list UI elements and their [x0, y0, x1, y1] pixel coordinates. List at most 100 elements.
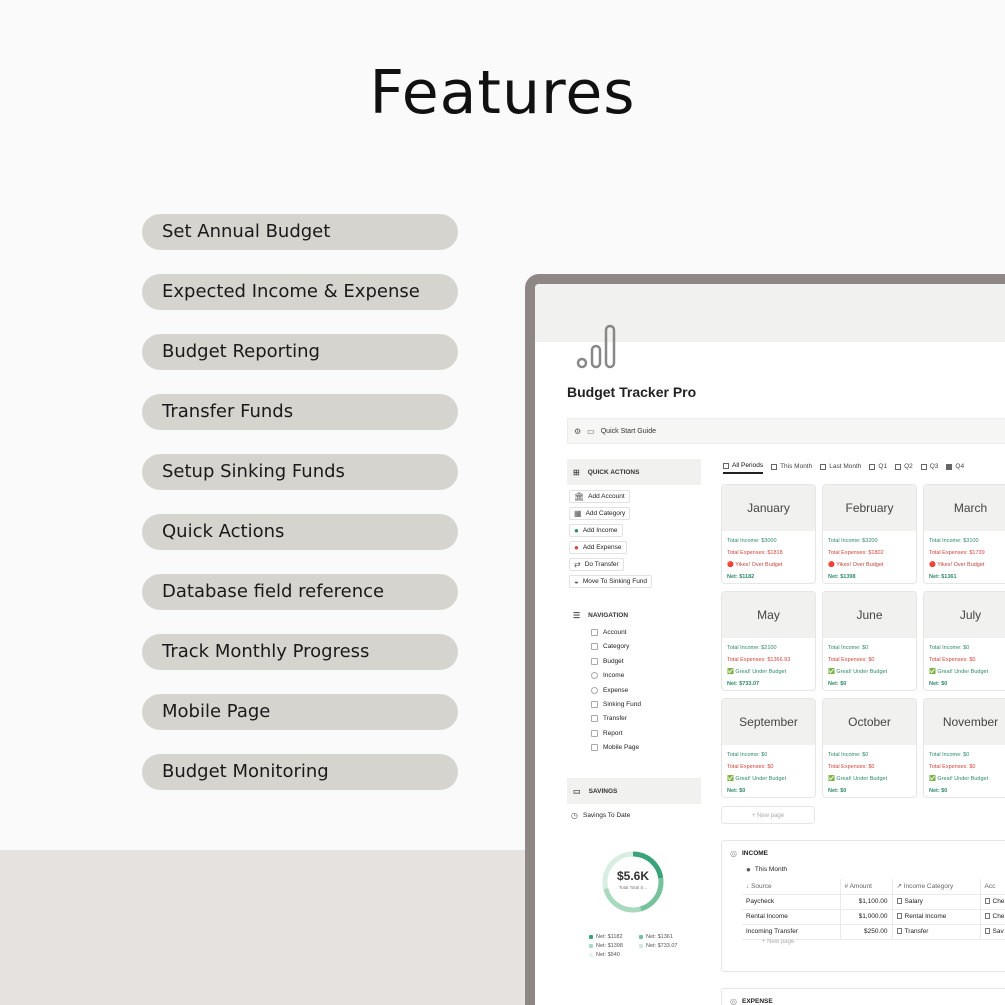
- page-icon: [984, 898, 990, 904]
- mobile-icon: [591, 744, 598, 751]
- transfer-icon: ⇄: [574, 560, 581, 569]
- month-card-march[interactable]: March Total Income: $3100 Total Expenses…: [923, 484, 1005, 584]
- month-card-november[interactable]: November Total Income: $0 Total Expenses…: [923, 698, 1005, 798]
- quick-start-label: Quick Start Guide: [600, 427, 656, 435]
- navigation-header: ☰ NAVIGATION: [567, 606, 701, 624]
- month-name: May: [722, 592, 815, 638]
- piggy-bank-icon: [591, 701, 598, 708]
- column-header[interactable]: # Amount: [839, 879, 893, 895]
- legend-label: Net: $1182: [596, 934, 623, 940]
- net-amount: Net: $0: [828, 788, 847, 794]
- tab-q4[interactable]: Q4: [946, 462, 964, 474]
- list-icon: ☰: [573, 610, 581, 620]
- amount-cell[interactable]: $250.00: [839, 924, 893, 940]
- total-expenses: Total Expenses: $1818: [727, 550, 783, 556]
- cell-text: Salary: [904, 898, 923, 905]
- amount-cell[interactable]: $1,100.00: [839, 894, 893, 910]
- nav-item-budget[interactable]: Budget: [591, 658, 624, 665]
- add-expense-button[interactable]: ● Add Expense: [569, 541, 627, 554]
- nav-item-mobile-page[interactable]: Mobile Page: [591, 744, 639, 751]
- column-label: Acc: [984, 882, 996, 890]
- page-icon: [984, 913, 990, 919]
- net-amount: Net: $1182: [727, 574, 755, 580]
- cell-text: Che: [992, 913, 1005, 920]
- month-card-july[interactable]: July Total Income: $0 Total Expenses: $0…: [923, 591, 1005, 691]
- income-view-tab[interactable]: ● This Month: [746, 865, 787, 874]
- period-tabs: All Periods This Month Last Month Q1 Q2 …: [723, 462, 964, 474]
- nav-label: Category: [603, 643, 630, 650]
- add-income-button[interactable]: ● Add Income: [569, 524, 623, 537]
- source-cell[interactable]: Rental Income: [742, 909, 840, 925]
- table-row[interactable]: Rental Income $1,000.00 Rental Income Ch…: [742, 909, 1005, 925]
- add-account-button[interactable]: 🏛 Add Account: [569, 490, 630, 503]
- feature-pill: Transfer Funds: [142, 394, 458, 430]
- account-cell[interactable]: Sav: [980, 924, 1005, 940]
- cell-text: Sav: [992, 928, 1004, 935]
- nav-item-sinking-fund[interactable]: Sinking Fund: [591, 701, 641, 708]
- month-card-february[interactable]: February Total Income: $3200 Total Expen…: [822, 484, 917, 584]
- month-name: November: [924, 699, 1005, 745]
- net-amount: Net: $0: [929, 788, 948, 794]
- nav-item-expense[interactable]: Expense: [591, 687, 628, 694]
- savings-view-tab[interactable]: ◷ Savings To Date: [571, 811, 630, 820]
- tab-q3[interactable]: Q3: [920, 462, 938, 474]
- month-card-october[interactable]: October Total Income: $0 Total Expenses:…: [822, 698, 917, 798]
- tab-last-month[interactable]: Last Month: [820, 462, 861, 474]
- nav-item-report[interactable]: Report: [591, 730, 623, 737]
- month-card-january[interactable]: January Total Income: $3000 Total Expens…: [721, 484, 816, 584]
- table-row[interactable]: Incoming Transfer $250.00 Transfer Sav: [742, 924, 1005, 940]
- month-card-september[interactable]: September Total Income: $0 Total Expense…: [721, 698, 816, 798]
- tab-this-month[interactable]: This Month: [771, 462, 812, 474]
- category-cell[interactable]: Rental Income: [892, 909, 981, 925]
- tab-q2[interactable]: Q2: [895, 462, 913, 474]
- tab-q1[interactable]: Q1: [869, 462, 887, 474]
- table-row[interactable]: Paycheck $1,100.00 Salary Che: [742, 894, 1005, 910]
- month-card-june[interactable]: June Total Income: $0 Total Expenses: $0…: [822, 591, 917, 691]
- source-cell[interactable]: Paycheck: [742, 894, 840, 910]
- feature-pill: Budget Reporting: [142, 334, 458, 370]
- net-amount: Net: $1398: [828, 574, 856, 580]
- column-header[interactable]: ↗ Income Category: [892, 879, 981, 895]
- total-income: Total Income: $0: [929, 645, 970, 651]
- nav-item-category[interactable]: Category: [591, 643, 629, 650]
- tab-label: This Month: [780, 463, 813, 470]
- income-new-row-button[interactable]: + New page: [762, 939, 794, 945]
- category-cell[interactable]: Salary: [892, 894, 981, 910]
- app-page-title: Budget Tracker Pro: [567, 384, 697, 400]
- new-page-button[interactable]: + New page: [721, 806, 815, 824]
- budget-status: 🔴 Yikes! Over Budget: [828, 562, 884, 568]
- legend-swatch: [639, 935, 643, 939]
- column-header[interactable]: Acc: [980, 879, 1005, 895]
- nav-item-transfer[interactable]: Transfer: [591, 715, 627, 722]
- account-cell[interactable]: Che: [980, 894, 1005, 910]
- nav-item-account[interactable]: Account: [591, 629, 627, 636]
- add-category-button[interactable]: ▦ Add Category: [569, 507, 631, 520]
- category-cell[interactable]: Transfer: [892, 924, 981, 940]
- move-to-sinking-fund-button[interactable]: ◒ Move To Sinking Fund: [569, 575, 653, 588]
- clock-icon: ◷: [571, 811, 578, 820]
- nav-item-income[interactable]: Income: [591, 672, 624, 679]
- feature-pill: Track Monthly Progress: [142, 634, 458, 670]
- legend-item: Net: $1398: [589, 943, 623, 949]
- column-header[interactable]: ↓ Source: [742, 879, 840, 895]
- quick-start-toggle[interactable]: ⚙ ▭ Quick Start Guide: [567, 418, 1005, 444]
- amount-cell[interactable]: $1,000.00: [839, 909, 893, 925]
- account-cell[interactable]: Che: [980, 909, 1005, 925]
- button-label: Add Account: [588, 493, 625, 500]
- month-name: July: [924, 592, 1005, 638]
- budget-status: 🔴 Yikes! Over Budget: [929, 562, 985, 568]
- savings-donut-chart: $5.6K Total Total S...: [601, 850, 665, 914]
- month-card-may[interactable]: May Total Income: $2100 Total Expenses: …: [721, 591, 816, 691]
- button-label: Do Transfer: [584, 561, 619, 568]
- relation-icon: ↗: [896, 883, 904, 891]
- savings-title: SAVINGS: [588, 787, 618, 795]
- tab-all-periods[interactable]: All Periods: [723, 462, 764, 474]
- do-transfer-button[interactable]: ⇄ Do Transfer: [569, 558, 624, 571]
- budget-status: ✅ Great! Under Budget: [929, 776, 989, 782]
- source-cell[interactable]: Incoming Transfer: [742, 924, 840, 940]
- category-icon: [591, 643, 598, 650]
- savings-icon: ▭: [573, 786, 581, 796]
- minus-circle-icon: ●: [574, 543, 579, 552]
- total-expenses: Total Expenses: $1739: [929, 550, 985, 556]
- month-name: June: [823, 592, 916, 638]
